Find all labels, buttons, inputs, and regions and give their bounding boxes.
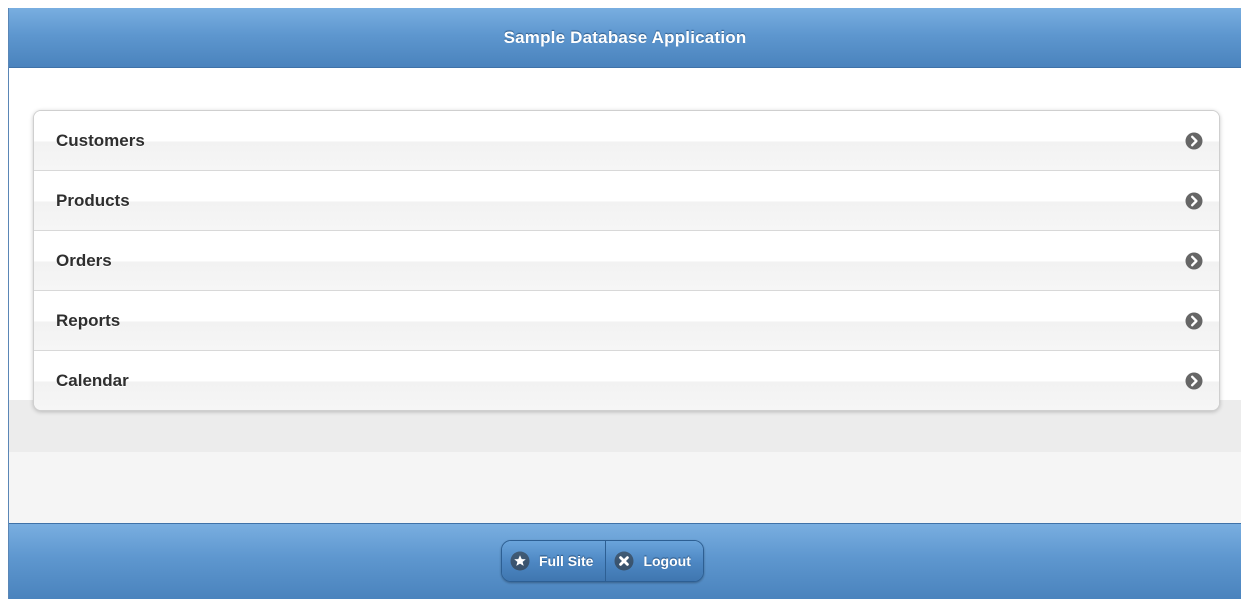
menu-item-reports[interactable]: Reports — [34, 290, 1219, 350]
star-icon — [510, 551, 530, 571]
logout-button[interactable]: Logout — [605, 541, 703, 581]
chevron-right-circle-icon — [1185, 252, 1203, 270]
menu-item-orders[interactable]: Orders — [34, 230, 1219, 290]
chevron-right-circle-icon — [1185, 192, 1203, 210]
full-site-button[interactable]: Full Site — [502, 541, 606, 581]
footer-bar: Full Site Logout — [9, 523, 1241, 599]
header-bar: Sample Database Application — [9, 8, 1241, 68]
content-area: Customers Products Orders Reports Calend… — [9, 68, 1241, 523]
page-title: Sample Database Application — [503, 28, 747, 47]
chevron-right-circle-icon — [1185, 312, 1203, 330]
menu-item-label: Reports — [56, 311, 121, 330]
menu-item-products[interactable]: Products — [34, 170, 1219, 230]
app-page: Sample Database Application Customers Pr… — [8, 8, 1241, 599]
menu-item-label: Calendar — [56, 371, 129, 390]
main-menu-list: Customers Products Orders Reports Calend… — [33, 110, 1220, 411]
chevron-right-circle-icon — [1185, 132, 1203, 150]
menu-item-label: Customers — [56, 131, 145, 150]
footer-button-group: Full Site Logout — [501, 540, 704, 582]
menu-item-label: Orders — [56, 251, 112, 270]
menu-item-customers[interactable]: Customers — [34, 111, 1219, 170]
logout-label: Logout — [643, 553, 691, 569]
menu-item-label: Products — [56, 191, 130, 210]
chevron-right-circle-icon — [1185, 372, 1203, 390]
close-icon — [614, 551, 634, 571]
full-site-label: Full Site — [539, 553, 594, 569]
menu-item-calendar[interactable]: Calendar — [34, 350, 1219, 410]
